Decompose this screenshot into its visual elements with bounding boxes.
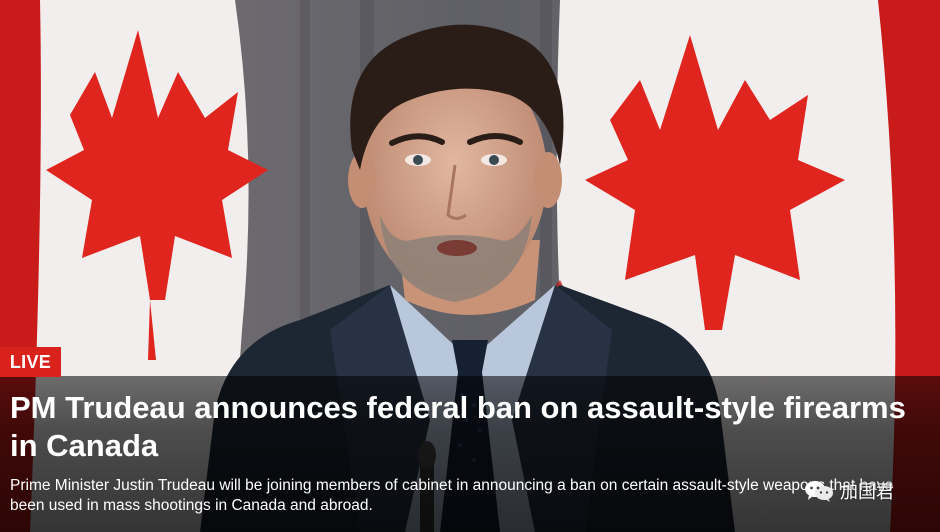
watermark: 加国君 [804,478,894,504]
news-hero[interactable]: LIVE PM Trudeau announces federal ban on… [0,0,940,532]
wechat-icon [805,481,833,502]
live-badge: LIVE [0,347,61,377]
headline[interactable]: PM Trudeau announces federal ban on assa… [10,389,920,465]
watermark-text: 加国君 [840,482,894,503]
story-summary: Prime Minister Justin Trudeau will be jo… [10,477,894,514]
